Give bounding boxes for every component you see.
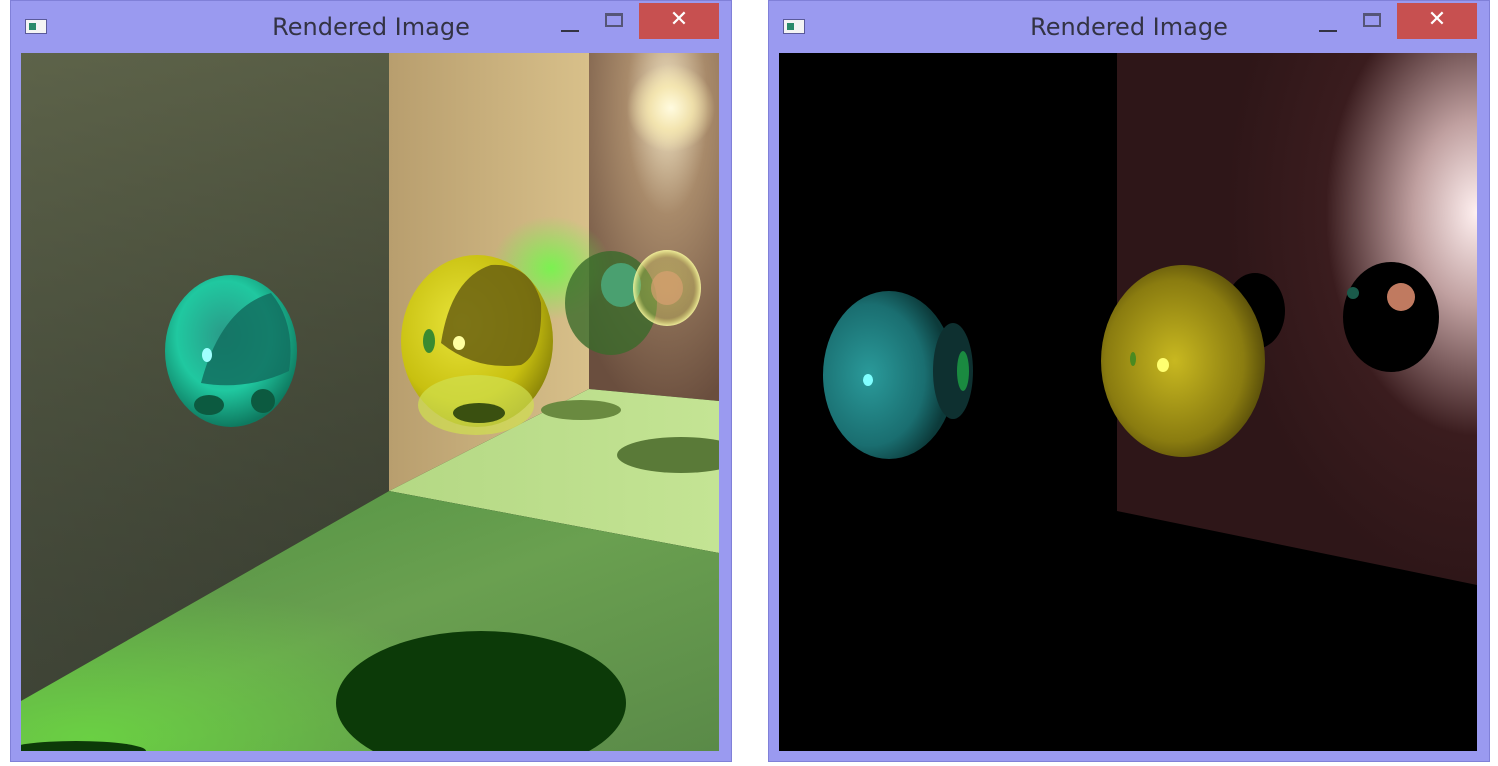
maximize-button[interactable] bbox=[603, 9, 629, 33]
close-button[interactable]: ✕ bbox=[639, 3, 719, 39]
yellow-sphere bbox=[1101, 265, 1265, 457]
yellow-sphere-green-reflection bbox=[423, 329, 435, 353]
close-icon: ✕ bbox=[669, 7, 689, 32]
cyan-sphere-shadow-reflection bbox=[251, 389, 275, 413]
title-bar[interactable]: Rendered Image ✕ bbox=[11, 1, 731, 53]
light-source bbox=[627, 64, 715, 152]
yellow-sphere-reflection bbox=[1130, 352, 1136, 366]
minimize-button[interactable] bbox=[557, 15, 585, 39]
rendered-image-window-left: Rendered Image ✕ bbox=[10, 0, 732, 762]
cyan-sphere-highlight bbox=[863, 374, 873, 386]
close-button[interactable]: ✕ bbox=[1397, 3, 1477, 39]
dark-sphere bbox=[1343, 262, 1439, 372]
yellow-sphere-shadow-reflection bbox=[453, 403, 505, 423]
glass-sphere-core bbox=[651, 271, 683, 305]
render-viewport bbox=[779, 53, 1477, 751]
shadow bbox=[541, 400, 621, 420]
maximize-button[interactable] bbox=[1361, 9, 1387, 33]
minimize-button[interactable] bbox=[1315, 15, 1343, 39]
yellow-sphere-highlight bbox=[1157, 358, 1169, 372]
dark-sphere-reflection bbox=[1347, 287, 1359, 299]
cyan-sphere-highlight bbox=[202, 348, 212, 362]
rendered-scene bbox=[21, 53, 719, 751]
glass-sphere-reflection bbox=[1387, 283, 1415, 311]
rendered-image-window-right: Rendered Image ✕ bbox=[768, 0, 1490, 762]
title-bar[interactable]: Rendered Image ✕ bbox=[769, 1, 1489, 53]
cyan-sphere-shadow-reflection bbox=[194, 395, 224, 415]
render-viewport bbox=[21, 53, 719, 751]
rendered-scene bbox=[779, 53, 1477, 751]
cyan-sphere-reflection bbox=[957, 351, 969, 391]
yellow-sphere-highlight bbox=[453, 336, 465, 350]
close-icon: ✕ bbox=[1427, 7, 1447, 32]
